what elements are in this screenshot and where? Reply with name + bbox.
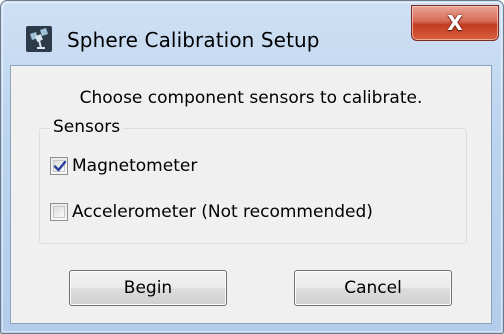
sensors-groupbox: Sensors Magnetometer Accelerometer (Not … bbox=[39, 117, 467, 244]
cancel-button[interactable]: Cancel bbox=[294, 270, 452, 306]
checkmark-icon bbox=[53, 160, 67, 172]
dialog-window: Sphere Calibration Setup X Choose compon… bbox=[0, 0, 504, 334]
magnetometer-checkbox[interactable] bbox=[50, 157, 68, 175]
accelerometer-option[interactable]: Accelerometer (Not recommended) bbox=[50, 200, 373, 224]
groupbox-label: Sensors bbox=[50, 117, 124, 137]
accelerometer-label: Accelerometer (Not recommended) bbox=[72, 202, 373, 222]
begin-button[interactable]: Begin bbox=[69, 270, 227, 306]
magnetometer-label: Magnetometer bbox=[72, 156, 198, 176]
close-button[interactable]: X bbox=[411, 5, 499, 41]
dialog-body: Choose component sensors to calibrate. S… bbox=[10, 65, 492, 324]
magnetometer-option[interactable]: Magnetometer bbox=[50, 154, 197, 178]
satellite-app-icon bbox=[26, 26, 52, 52]
title-bar[interactable]: Sphere Calibration Setup X bbox=[1, 1, 503, 61]
accelerometer-checkbox[interactable] bbox=[50, 203, 68, 221]
close-icon: X bbox=[447, 11, 463, 35]
instruction-text: Choose component sensors to calibrate. bbox=[79, 88, 423, 108]
window-title: Sphere Calibration Setup bbox=[67, 28, 320, 52]
